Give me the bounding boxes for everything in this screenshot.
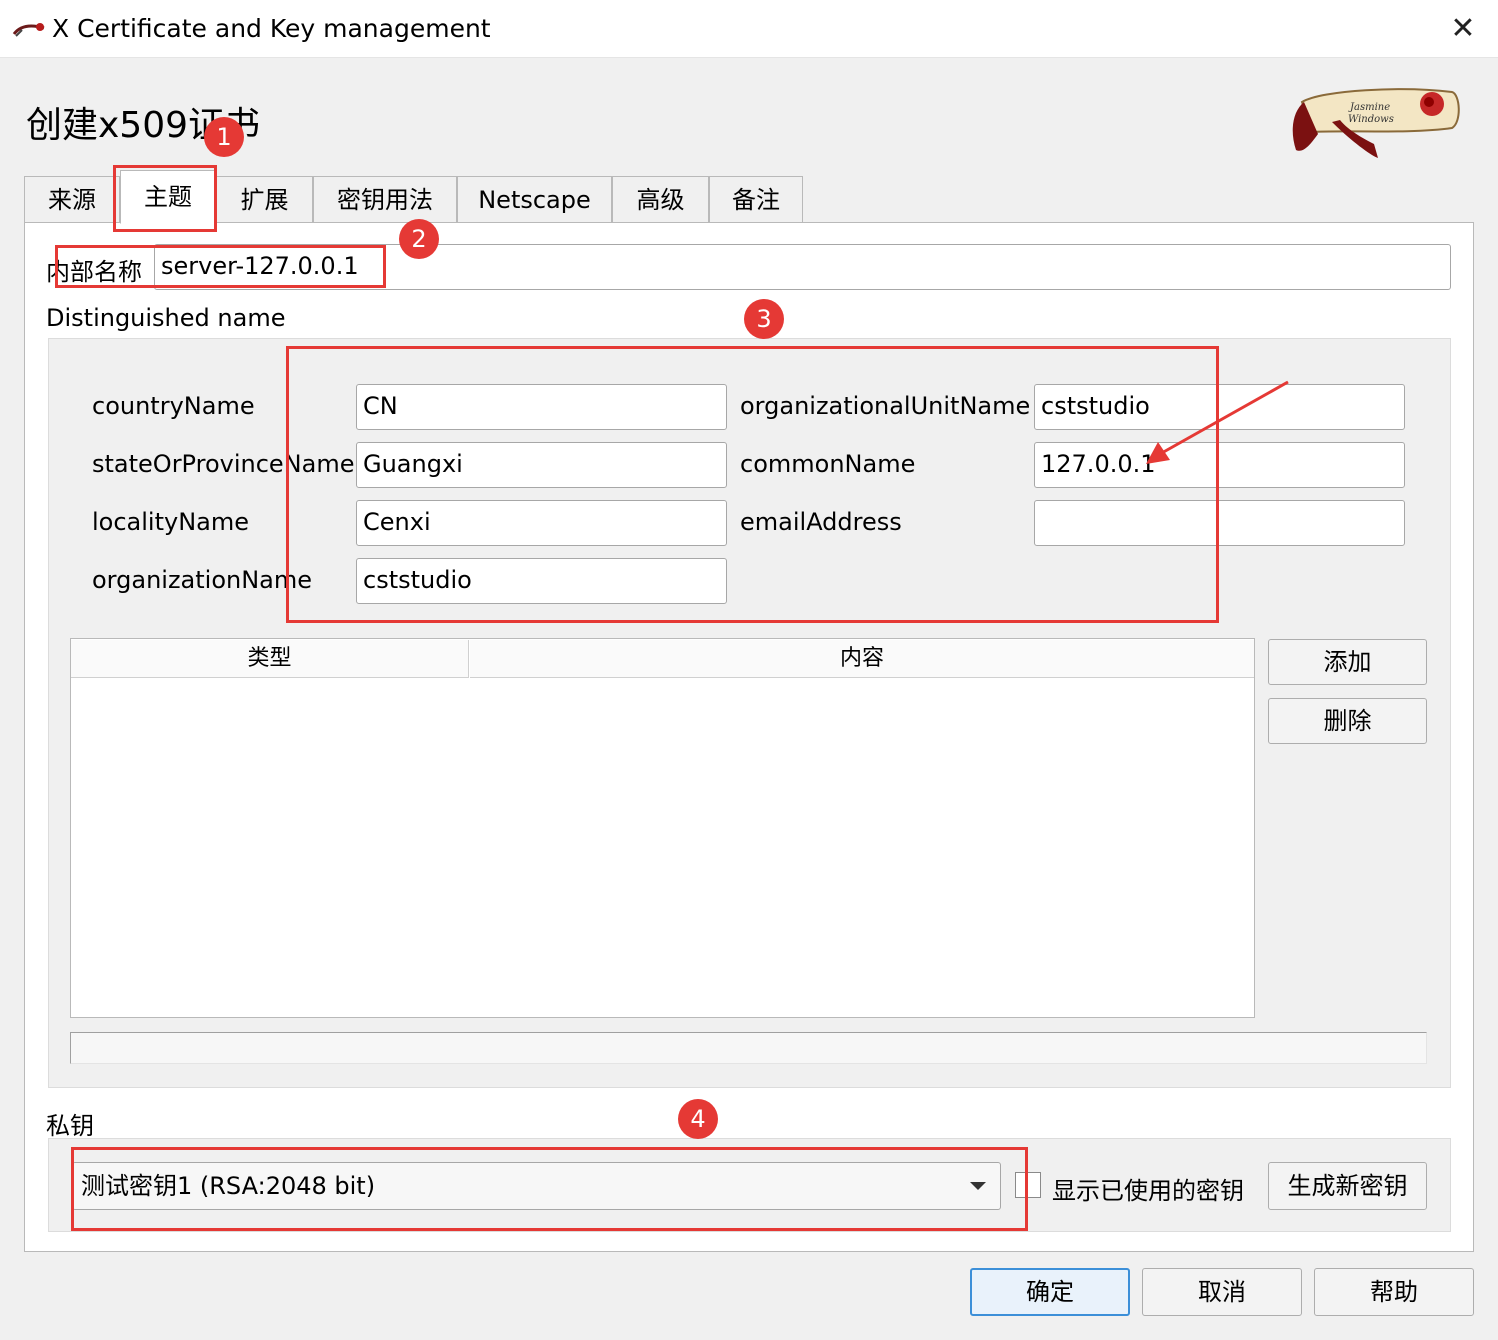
column-header-type[interactable]: 类型	[71, 640, 469, 678]
country-name-field[interactable]: CN	[356, 384, 727, 430]
tab-advanced[interactable]: 高级	[612, 176, 709, 222]
tab-subject[interactable]: 主题	[120, 170, 216, 224]
cancel-button[interactable]: 取消	[1142, 1268, 1302, 1316]
dn-title: Distinguished name	[46, 304, 286, 332]
organization-field[interactable]: cststudio	[356, 558, 727, 604]
delete-button[interactable]: 删除	[1268, 698, 1427, 744]
ok-button[interactable]: 确定	[970, 1268, 1130, 1316]
add-button[interactable]: 添加	[1268, 639, 1427, 685]
country-name-label: countryName	[92, 392, 255, 420]
column-header-content[interactable]: 内容	[470, 640, 1254, 678]
private-key-title: 私钥	[46, 1112, 94, 1140]
show-used-label: 显示已使用的密钥	[1052, 1177, 1244, 1205]
tab-extensions[interactable]: 扩展	[216, 176, 313, 222]
annotation-badge-2: 2	[399, 219, 439, 259]
internal-name-field[interactable]: server-127.0.0.1	[154, 244, 1451, 290]
locality-label: localityName	[92, 508, 250, 536]
org-unit-field[interactable]: cststudio	[1034, 384, 1405, 430]
state-field[interactable]: Guangxi	[356, 442, 727, 488]
svg-text:Windows: Windows	[1348, 114, 1394, 125]
email-label: emailAddress	[740, 508, 902, 536]
organization-label: organizationName	[92, 566, 313, 594]
rose-icon	[12, 23, 45, 37]
status-line	[70, 1032, 1427, 1064]
window-title: X Certificate and Key management	[52, 14, 491, 43]
private-key-select[interactable]: 测试密钥1 (RSA:2048 bit)	[72, 1162, 1001, 1210]
xca-logo-icon: Jasmine Windows	[1292, 88, 1460, 158]
common-name-field[interactable]: 127.0.0.1	[1034, 442, 1405, 488]
internal-name-label: 内部名称	[46, 258, 142, 286]
dn-entries-table[interactable]	[70, 638, 1255, 1018]
close-icon[interactable]: ✕	[1440, 8, 1486, 50]
tab-netscape[interactable]: Netscape	[457, 176, 612, 222]
org-unit-label: organizationalUnitName	[740, 392, 1031, 420]
annotation-badge-1: 1	[204, 117, 244, 157]
tab-comment[interactable]: 备注	[709, 176, 803, 222]
annotation-badge-4: 4	[678, 1099, 718, 1139]
generate-key-button[interactable]: 生成新密钥	[1268, 1162, 1427, 1210]
state-label: stateOrProvinceName	[92, 450, 355, 478]
private-key-selected: 测试密钥1 (RSA:2048 bit)	[81, 1172, 376, 1200]
annotation-badge-3: 3	[744, 299, 784, 339]
email-field[interactable]	[1034, 500, 1405, 546]
show-used-checkbox[interactable]	[1015, 1172, 1041, 1198]
chevron-down-icon[interactable]	[968, 1180, 988, 1192]
help-button[interactable]: 帮助	[1314, 1268, 1474, 1316]
common-name-label: commonName	[740, 450, 916, 478]
tab-key-usage[interactable]: 密钥用法	[313, 176, 457, 222]
locality-field[interactable]: Cenxi	[356, 500, 727, 546]
tab-source[interactable]: 来源	[24, 176, 120, 222]
svg-text:Jasmine: Jasmine	[1348, 102, 1390, 113]
